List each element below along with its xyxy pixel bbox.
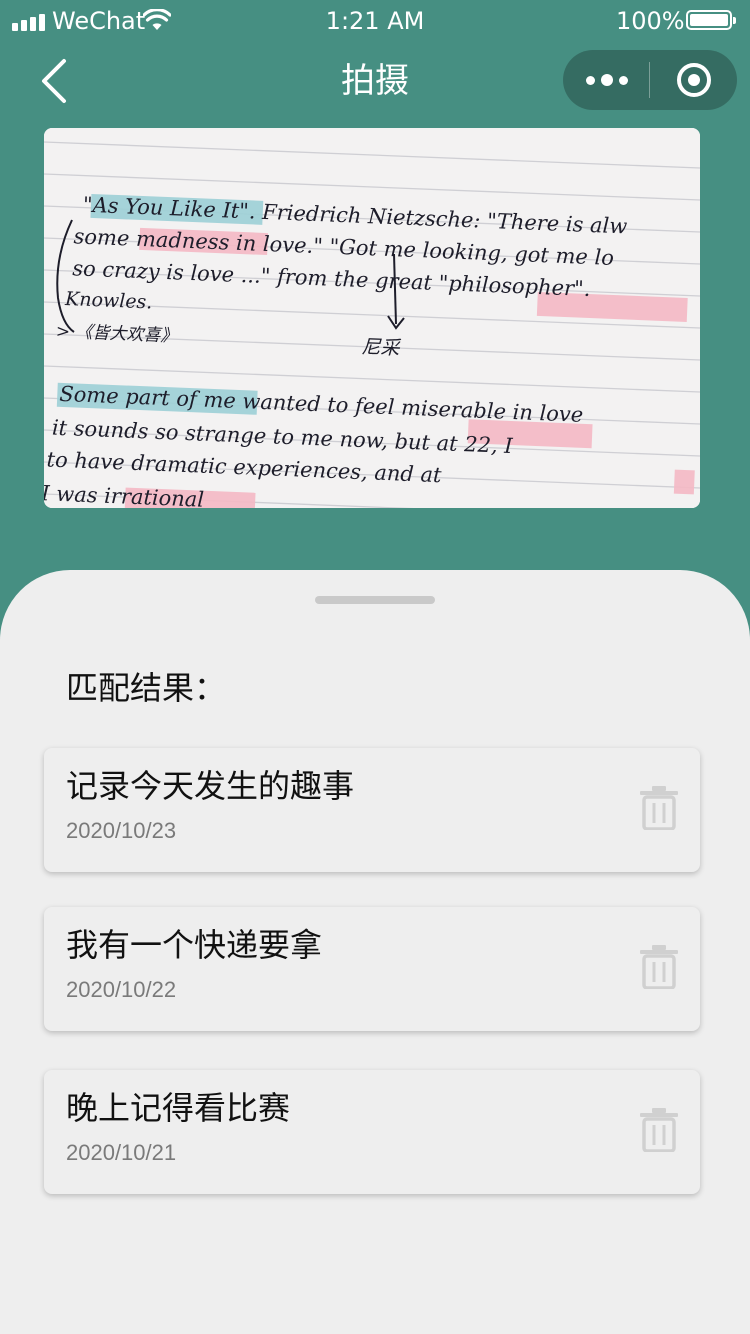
card-title: 我有一个快递要拿 [66,926,323,964]
card-date: 2020/10/21 [66,1140,177,1165]
more-button[interactable] [563,50,650,110]
result-card[interactable]: 我有一个快递要拿 2020/10/22 [44,907,700,1031]
result-card[interactable]: 记录今天发生的趣事 2020/10/23 [44,748,700,872]
photo-line-6: 尼采 [361,336,402,360]
more-dots-icon-right [618,75,628,85]
more-dots-icon-center [600,74,613,86]
delete-button[interactable] [638,945,680,990]
mini-program-capsule [563,50,737,110]
battery-icon [686,10,736,30]
target-circle-icon [676,63,711,97]
card-date: 2020/10/22 [66,977,177,1002]
photo-line-4: Knowles. [64,288,153,314]
trash-icon [640,1108,678,1153]
delete-button[interactable] [638,786,680,831]
card-title: 记录今天发生的趣事 [66,767,355,805]
delete-button[interactable] [638,1108,680,1153]
trash-icon [640,786,678,831]
card-title: 晚上记得看比赛 [66,1089,291,1127]
results-heading: 匹配结果： [66,669,227,707]
captured-photo: "As You Like It". Friedrich Nietzsche: "… [44,128,700,508]
drag-handle[interactable] [315,596,435,604]
card-date: 2020/10/23 [66,818,177,843]
result-card[interactable]: 晚上记得看比赛 2020/10/21 [44,1070,700,1194]
close-button[interactable] [650,50,737,110]
trash-icon [640,945,678,990]
status-bar: WeChat 1:21 AM 100% [0,0,750,42]
more-dots-icon [585,75,595,85]
battery-percentage: 100% [616,7,685,35]
